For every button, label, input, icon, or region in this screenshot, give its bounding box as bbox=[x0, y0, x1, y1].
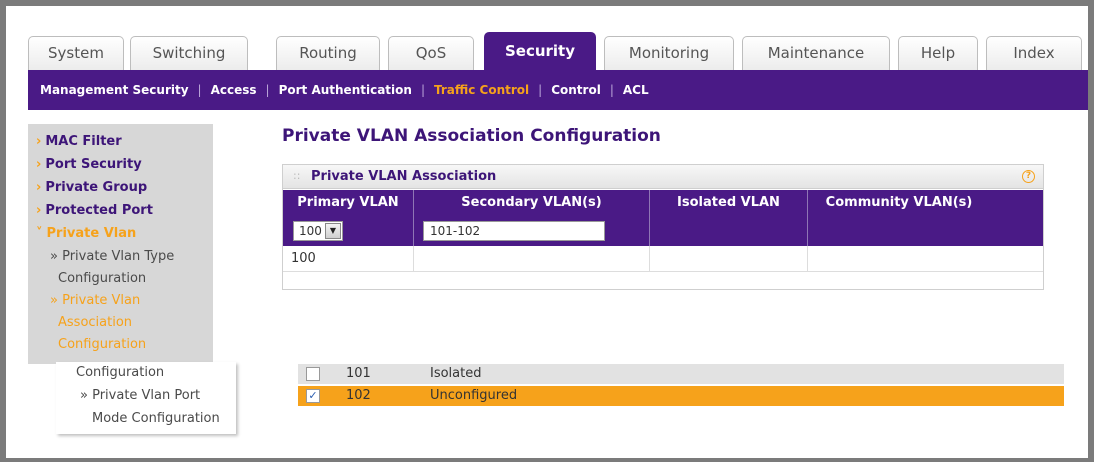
subnav-access[interactable]: Access bbox=[211, 83, 257, 97]
select-value: 100 bbox=[299, 224, 322, 238]
tab-switching[interactable]: Switching bbox=[130, 36, 248, 70]
tab-help[interactable]: Help bbox=[898, 36, 978, 70]
primary-vlan-select[interactable]: 100 ▼ bbox=[293, 221, 343, 241]
app-area: System Switching Routing QoS Security Mo… bbox=[18, 14, 1088, 458]
nav-label: Port Security bbox=[45, 157, 142, 172]
menu-private-vlan-port[interactable]: » Private Vlan Port bbox=[80, 388, 200, 403]
tab-system[interactable]: System bbox=[28, 36, 124, 70]
association-panel: :: Private VLAN Association ? Primary VL… bbox=[282, 164, 1044, 290]
tab-monitoring[interactable]: Monitoring bbox=[604, 36, 734, 70]
nav-private-group[interactable]: › Private Group bbox=[36, 180, 147, 195]
cell-community bbox=[808, 246, 990, 271]
vlan-list: 101 Isolated ✓ 102 Unconfigured bbox=[298, 364, 1064, 408]
subnav-separator: | bbox=[609, 83, 614, 97]
isolated-cell bbox=[650, 216, 808, 246]
col-secondary-vlans: Secondary VLAN(s) bbox=[414, 190, 650, 216]
subnav-control[interactable]: Control bbox=[551, 83, 601, 97]
drag-grip-icon: :: bbox=[293, 169, 301, 182]
col-primary-vlan: Primary VLAN bbox=[283, 190, 414, 216]
chevron-right-icon: › bbox=[36, 180, 42, 195]
cell-primary: 100 bbox=[283, 246, 414, 271]
tab-index[interactable]: Index bbox=[986, 36, 1082, 70]
primary-cell: 100 ▼ bbox=[283, 216, 414, 246]
tab-maintenance[interactable]: Maintenance bbox=[742, 36, 890, 70]
dropdown-arrow-icon[interactable]: ▼ bbox=[325, 223, 341, 239]
checkbox-unchecked[interactable] bbox=[306, 367, 320, 381]
subnav-port-authentication[interactable]: Port Authentication bbox=[279, 83, 412, 97]
list-item[interactable]: ✓ 102 Unconfigured bbox=[298, 386, 1064, 406]
menu-configuration[interactable]: Configuration bbox=[76, 365, 164, 380]
subnav-separator: | bbox=[197, 83, 202, 97]
nav-association-label[interactable]: Association bbox=[58, 312, 132, 334]
menu-mode-configuration[interactable]: Mode Configuration bbox=[92, 411, 220, 426]
panel-title: Private VLAN Association bbox=[311, 169, 497, 184]
list-item[interactable]: 101 Isolated bbox=[298, 364, 1064, 384]
subnav-management-security[interactable]: Management Security bbox=[40, 83, 189, 97]
cell-secondary bbox=[414, 246, 650, 271]
chevron-right-icon: › bbox=[36, 134, 42, 149]
chevron-down-icon: ˅ bbox=[36, 226, 43, 241]
vlan-type: Isolated bbox=[430, 366, 482, 381]
page-title: Private VLAN Association Configuration bbox=[282, 126, 661, 146]
help-icon[interactable]: ? bbox=[1022, 170, 1035, 183]
nav-private-vlan-type[interactable]: » Private Vlan Type bbox=[50, 246, 174, 268]
floating-menu: Configuration » Private Vlan Port Mode C… bbox=[56, 362, 236, 434]
checkbox-checked[interactable]: ✓ bbox=[306, 389, 320, 403]
panel-header: :: Private VLAN Association ? bbox=[283, 165, 1043, 189]
tab-routing[interactable]: Routing bbox=[276, 36, 380, 70]
nav-protected-port[interactable]: › Protected Port bbox=[36, 203, 153, 218]
sub-navigation: Management Security | Access | Port Auth… bbox=[28, 70, 1088, 110]
secondary-vlan-input[interactable]: 101-102 bbox=[423, 221, 605, 241]
subnav-separator: | bbox=[538, 83, 543, 97]
chevron-right-icon: › bbox=[36, 203, 42, 218]
secondary-cell: 101-102 bbox=[414, 216, 650, 246]
subnav-separator: | bbox=[420, 83, 425, 97]
col-isolated-vlan: Isolated VLAN bbox=[650, 190, 808, 216]
table-row[interactable]: 100 bbox=[283, 246, 1043, 272]
nav-association-config[interactable]: Configuration bbox=[58, 334, 146, 356]
nav-port-security[interactable]: › Port Security bbox=[36, 157, 142, 172]
nav-private-vlan[interactable]: ˅ Private Vlan bbox=[36, 226, 136, 241]
community-cell bbox=[808, 216, 990, 246]
nav-private-vlan-association[interactable]: » Private Vlan bbox=[50, 290, 140, 312]
nav-label: Protected Port bbox=[45, 203, 153, 218]
edit-row: 100 ▼ 101-102 bbox=[283, 216, 1043, 246]
vlan-type: Unconfigured bbox=[430, 388, 518, 403]
nav-mac-filter[interactable]: › MAC Filter bbox=[36, 134, 122, 149]
tab-qos[interactable]: QoS bbox=[388, 36, 474, 70]
vlan-id: 101 bbox=[346, 366, 371, 381]
nav-label: Private Vlan bbox=[46, 226, 137, 241]
main-tabs: System Switching Routing QoS Security Mo… bbox=[28, 32, 1088, 70]
table-header: Primary VLAN Secondary VLAN(s) Isolated … bbox=[283, 190, 1043, 216]
nav-label: MAC Filter bbox=[45, 134, 122, 149]
subnav-separator: | bbox=[265, 83, 270, 97]
left-navigation: › MAC Filter › Port Security › Private Grou… bbox=[28, 124, 213, 364]
chevron-right-icon: › bbox=[36, 157, 42, 172]
nav-label: Private Group bbox=[45, 180, 148, 195]
nav-private-vlan-type-config[interactable]: Configuration bbox=[58, 268, 146, 290]
subnav-acl[interactable]: ACL bbox=[623, 83, 649, 97]
tab-security[interactable]: Security bbox=[484, 32, 596, 70]
subnav-traffic-control[interactable]: Traffic Control bbox=[434, 83, 529, 97]
vlan-id: 102 bbox=[346, 388, 371, 403]
screenshot-frame: System Switching Routing QoS Security Mo… bbox=[0, 0, 1094, 462]
col-community-vlans: Community VLAN(s) bbox=[825, 195, 973, 210]
cell-isolated bbox=[650, 246, 808, 271]
